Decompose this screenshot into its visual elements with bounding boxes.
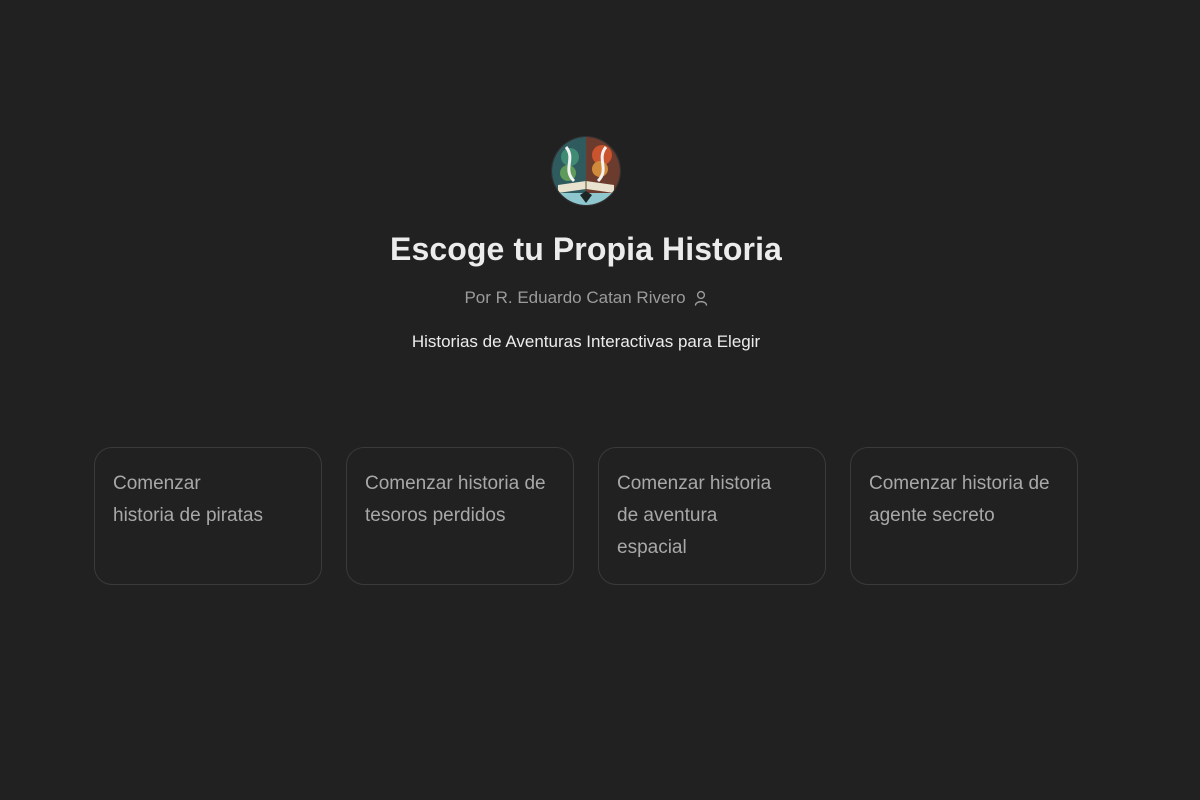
conversation-starters: Comenzar historia de piratas Comenzar hi… xyxy=(94,447,1078,585)
author-name: Por R. Eduardo Catan Rivero xyxy=(464,288,686,307)
starter-card[interactable]: Comenzar historia de piratas xyxy=(94,447,322,585)
gpt-author[interactable]: Por R. Eduardo Catan Rivero xyxy=(464,287,707,309)
gpt-avatar xyxy=(552,137,620,205)
gpt-description: Historias de Aventuras Interactivas para… xyxy=(411,332,761,351)
gpt-landing-page: Escoge tu Propia Historia Por R. Eduardo… xyxy=(0,0,1200,800)
starter-label: Comenzar historia de tesoros perdidos xyxy=(365,473,546,526)
starter-card[interactable]: Comenzar historia de agente secreto xyxy=(850,447,1078,585)
gpt-header: Escoge tu Propia Historia Por R. Eduardo… xyxy=(0,137,1200,353)
starter-card[interactable]: Comenzar historia de tesoros perdidos xyxy=(346,447,574,585)
gpt-title: Escoge tu Propia Historia xyxy=(390,231,782,267)
starter-label: Comenzar historia de aventura espacial xyxy=(617,473,772,558)
starter-label: Comenzar historia de piratas xyxy=(113,473,263,526)
starter-label: Comenzar historia de agente secreto xyxy=(869,473,1050,526)
user-icon xyxy=(694,290,708,306)
starter-card[interactable]: Comenzar historia de aventura espacial xyxy=(598,447,826,585)
book-with-paths-icon xyxy=(552,137,620,205)
